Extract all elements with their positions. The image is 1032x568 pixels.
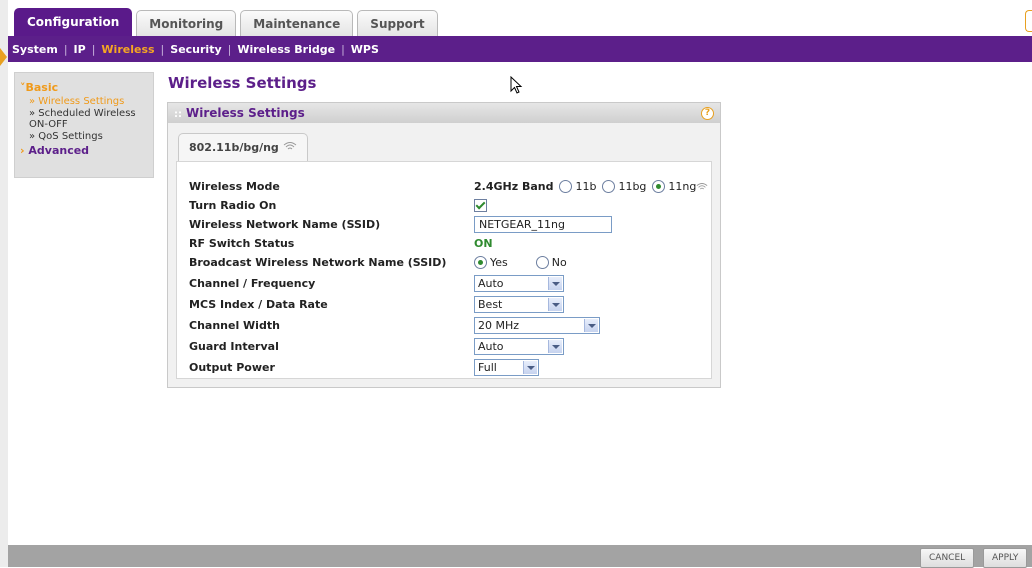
panel-title: Wireless Settings xyxy=(186,106,305,120)
apply-button[interactable]: APPLY xyxy=(983,548,1028,568)
output-power-select[interactable]: Full xyxy=(474,358,539,376)
wireless-settings-panel: :: Wireless Settings ? 802.11b/bg/ng Wire… xyxy=(167,102,721,388)
radio-11ng[interactable] xyxy=(652,179,666,193)
radio-11bg[interactable] xyxy=(602,179,616,193)
broadcast-ssid-label: Broadcast Wireless Network Name (SSID) xyxy=(189,255,447,269)
tab-label: 802.11b/bg/ng xyxy=(189,141,279,154)
ssid-input[interactable]: NETGEAR_11ng xyxy=(474,215,612,233)
row-mcs: MCS Index / Data Rate Best xyxy=(189,294,709,314)
chevron-down-icon xyxy=(523,360,537,374)
broadcast-yes-label: Yes xyxy=(490,255,508,269)
wifi-icon xyxy=(696,182,708,189)
nav-separator: | xyxy=(160,42,165,56)
channel-value: Auto xyxy=(478,276,504,290)
chevron-down-icon xyxy=(584,318,598,332)
output-power-label: Output Power xyxy=(189,360,275,374)
form-area: Wireless Mode 2.4GHz Band 11b 11bg 11ng … xyxy=(176,161,712,379)
rf-switch-label: RF Switch Status xyxy=(189,236,295,250)
top-tabs: Configuration Monitoring Maintenance Sup… xyxy=(14,8,438,36)
sidebar: ˅Basic » Wireless Settings » Scheduled W… xyxy=(14,72,154,178)
sidebar-item-qos-settings[interactable]: » QoS Settings xyxy=(15,131,153,142)
top-right-tab-edge xyxy=(1025,10,1032,32)
left-edge-strip xyxy=(0,0,8,567)
nav-separator: | xyxy=(227,42,232,56)
channel-label: Channel / Frequency xyxy=(189,276,316,290)
sidebar-advanced[interactable]: › Advanced xyxy=(15,144,153,157)
broadcast-no-radio[interactable] xyxy=(535,255,549,269)
panel-header: :: Wireless Settings ? xyxy=(168,103,720,123)
radio-11bg-label: 11bg xyxy=(618,179,647,193)
turn-radio-on-label: Turn Radio On xyxy=(189,198,277,212)
row-wireless-mode: Wireless Mode 2.4GHz Band 11b 11bg 11ng xyxy=(189,176,709,196)
mcs-label: MCS Index / Data Rate xyxy=(189,297,328,311)
sidebar-advanced-label: Advanced xyxy=(28,144,90,157)
subnav-wireless-bridge[interactable]: Wireless Bridge xyxy=(237,43,335,56)
nav-separator: | xyxy=(63,42,68,56)
page-title: Wireless Settings xyxy=(168,74,317,92)
channel-width-label: Channel Width xyxy=(189,318,280,332)
broadcast-yes-radio[interactable] xyxy=(474,255,487,269)
subnav-wireless[interactable]: Wireless xyxy=(101,43,154,56)
row-turn-radio-on: Turn Radio On xyxy=(189,195,709,215)
channel-width-select[interactable]: 20 MHz xyxy=(474,316,600,334)
subnav-ip[interactable]: IP xyxy=(74,43,86,56)
row-broadcast-ssid: Broadcast Wireless Network Name (SSID) Y… xyxy=(189,252,709,272)
tab-maintenance[interactable]: Maintenance xyxy=(240,10,354,36)
tab-monitoring[interactable]: Monitoring xyxy=(136,10,237,36)
chevron-right-icon: › xyxy=(20,144,25,157)
sidebar-item-wireless-settings[interactable]: » Wireless Settings xyxy=(15,96,153,107)
chevron-down-icon xyxy=(548,297,562,311)
guard-interval-value: Auto xyxy=(478,339,504,353)
rf-switch-status: ON xyxy=(474,236,493,250)
grip-icon: :: xyxy=(174,109,182,120)
sub-navigation: System | IP | Wireless | Security | Wire… xyxy=(8,36,1032,62)
radio-11b[interactable] xyxy=(559,179,573,193)
tab-80211-bgn[interactable]: 802.11b/bg/ng xyxy=(178,133,308,162)
sidebar-basic[interactable]: ˅Basic xyxy=(15,81,153,94)
wifi-icon xyxy=(283,142,296,150)
mouse-cursor-icon xyxy=(510,76,523,94)
nav-separator: | xyxy=(341,42,345,56)
nav-separator: | xyxy=(91,42,96,56)
broadcast-no-label: No xyxy=(551,255,567,269)
band-label: 2.4GHz Band xyxy=(474,179,554,193)
row-channel-width: Channel Width 20 MHz xyxy=(189,315,709,335)
mcs-value: Best xyxy=(478,297,503,311)
guard-interval-select[interactable]: Auto xyxy=(474,337,564,355)
row-output-power: Output Power Full xyxy=(189,357,709,377)
sidebar-basic-label: Basic xyxy=(25,81,59,94)
guard-interval-label: Guard Interval xyxy=(189,339,279,353)
mcs-select[interactable]: Best xyxy=(474,295,564,313)
help-icon[interactable]: ? xyxy=(701,107,714,120)
row-guard-interval: Guard Interval Auto xyxy=(189,336,709,356)
turn-radio-on-checkbox[interactable] xyxy=(474,198,487,212)
radio-11b-label: 11b xyxy=(575,179,597,193)
chevron-down-icon xyxy=(548,276,562,290)
collapse-arrow-icon[interactable] xyxy=(0,48,7,66)
sidebar-item-scheduled-wireless[interactable]: » Scheduled Wireless ON-OFF xyxy=(15,108,153,130)
radio-11ng-label: 11ng xyxy=(668,179,697,193)
channel-select[interactable]: Auto xyxy=(474,274,564,292)
tab-support[interactable]: Support xyxy=(357,10,438,36)
wireless-mode-label: Wireless Mode xyxy=(189,179,280,193)
tab-configuration[interactable]: Configuration xyxy=(14,8,133,36)
subnav-system[interactable]: System xyxy=(12,43,58,56)
row-channel: Channel / Frequency Auto xyxy=(189,273,709,293)
bottom-action-bar xyxy=(8,545,1032,567)
channel-width-value: 20 MHz xyxy=(478,318,520,332)
chevron-down-icon xyxy=(548,339,562,353)
ssid-label: Wireless Network Name (SSID) xyxy=(189,217,381,231)
subnav-security[interactable]: Security xyxy=(170,43,221,56)
row-rf-switch: RF Switch Status ON xyxy=(189,233,709,253)
output-power-value: Full xyxy=(478,360,497,374)
row-ssid: Wireless Network Name (SSID) NETGEAR_11n… xyxy=(189,214,709,234)
subnav-wps[interactable]: WPS xyxy=(351,43,379,56)
cancel-button[interactable]: CANCEL xyxy=(920,548,975,568)
